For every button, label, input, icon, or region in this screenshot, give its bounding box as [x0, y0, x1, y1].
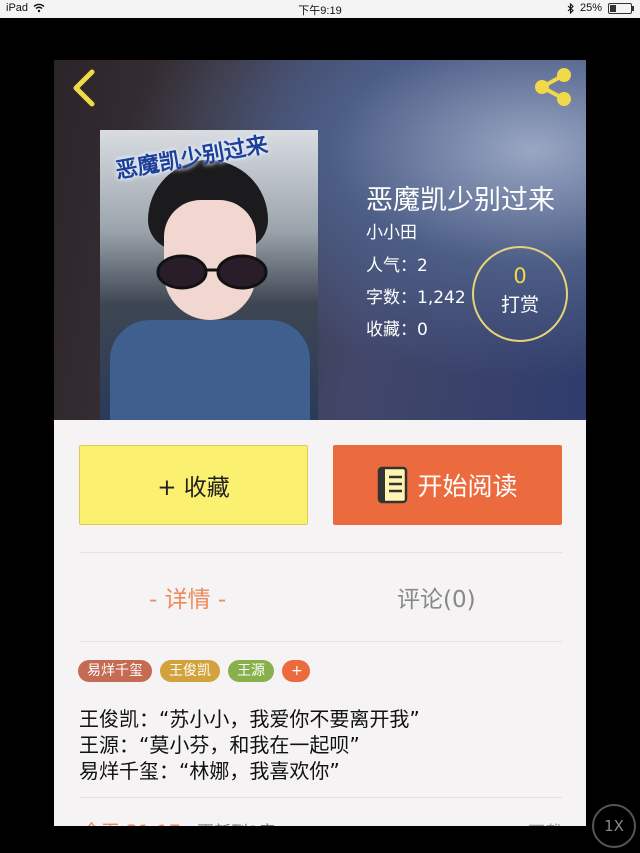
divider-top: [79, 552, 562, 553]
update-note: 更新到1章: [197, 818, 276, 826]
battery-fill: [610, 4, 616, 12]
bluetooth-icon: [567, 2, 574, 14]
share-icon[interactable]: [530, 64, 576, 110]
book-description: 王俊凯：“苏小小，我爱你不要离开我” 王源：“莫小芬，和我在一起呗” 易烊千玺：“林…: [79, 706, 420, 784]
add-tag-button[interactable]: +: [282, 660, 310, 682]
book-detail-screen: 恶魔凯少别过来 恶魔凯少别过来 小小田 人气：2 字数：1,242 收藏：0 0…: [54, 60, 586, 826]
book-header: 恶魔凯少别过来 恶魔凯少别过来 小小田 人气：2 字数：1,242 收藏：0 0…: [54, 60, 586, 420]
description-line: 王俊凯：“苏小小，我爱你不要离开我”: [79, 707, 420, 731]
description-line: 易烊千玺：“林娜，我喜欢你”: [79, 759, 340, 783]
divider-tabs: [79, 641, 562, 642]
book-author[interactable]: 小小田: [366, 218, 417, 243]
start-reading-label: 开始阅读: [417, 472, 518, 501]
cover-sunglasses: [156, 254, 268, 290]
tab-details[interactable]: - 详情 -: [149, 580, 226, 614]
download-button[interactable]: 下载: [528, 818, 562, 826]
status-time: 下午9:19: [298, 5, 342, 17]
book-favorites: 收藏：0: [366, 320, 428, 340]
status-right: 25%: [567, 2, 634, 14]
tag-list: 易烊千玺 王俊凯 王源 +: [78, 660, 310, 682]
tip-label: 打赏: [500, 294, 539, 316]
description-line: 王源：“莫小芬，和我在一起呗”: [79, 733, 360, 757]
battery-percent: 25%: [579, 2, 602, 14]
status-bar: iPad 下午9:19 25%: [0, 0, 640, 18]
book-cover-image: 恶魔凯少别过来: [100, 130, 318, 420]
update-time: 今天 21:17: [82, 817, 181, 826]
tag-wang-yuan[interactable]: 王源: [228, 660, 274, 682]
tip-button[interactable]: 0 打赏: [472, 246, 568, 342]
tab-comments[interactable]: 评论(0): [397, 580, 476, 614]
add-to-favorites-label: + 收藏: [157, 475, 230, 501]
tag-wang-junkai[interactable]: 王俊凯: [160, 660, 220, 682]
speed-toggle-button[interactable]: 1X: [592, 804, 636, 848]
book-word-count: 字数：1,242: [366, 288, 466, 308]
tag-yiyang-qianxi[interactable]: 易烊千玺: [78, 660, 152, 682]
tip-count: 0: [513, 264, 527, 288]
add-to-favorites-button[interactable]: + 收藏: [79, 445, 308, 525]
cover-jacket: [110, 320, 310, 420]
book-icon: [378, 466, 408, 504]
back-chevron-icon[interactable]: [68, 68, 102, 108]
battery-icon: [608, 2, 634, 14]
book-title: 恶魔凯少别过来: [366, 185, 555, 216]
book-popularity: 人气：2: [366, 256, 428, 276]
start-reading-button[interactable]: 开始阅读: [333, 445, 562, 525]
update-row[interactable]: 今天 21:17 更新到1章 下载: [79, 814, 562, 826]
divider-bottom: [79, 797, 562, 798]
